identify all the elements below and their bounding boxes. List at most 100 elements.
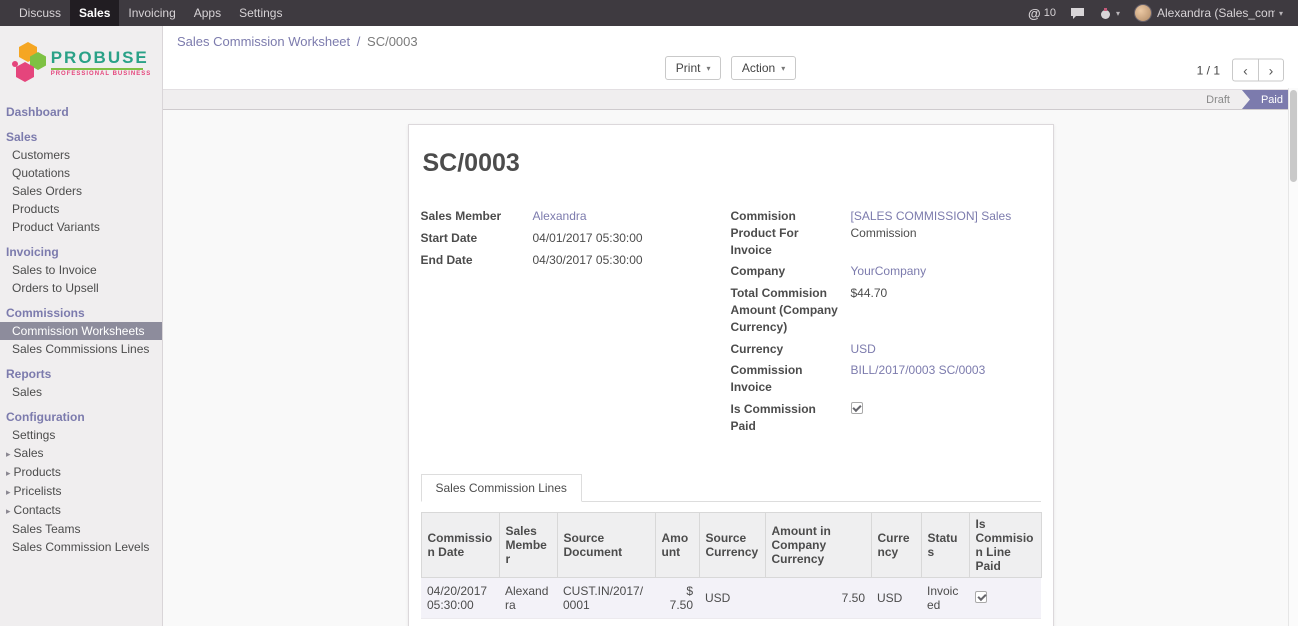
messages-button[interactable] [1063, 0, 1092, 26]
sidebar-item-pricelists[interactable]: ▸Pricelists [0, 482, 162, 501]
action-button[interactable]: Action ▾ [731, 56, 796, 80]
breadcrumb-parent[interactable]: Sales Commission Worksheet [177, 34, 350, 49]
sidebar-item-orders-to-upsell[interactable]: Orders to Upsell [0, 279, 162, 297]
column-header-currency[interactable]: Currency [871, 512, 921, 577]
column-header-source-document[interactable]: Source Document [557, 512, 655, 577]
sidebar-item-contacts[interactable]: ▸Contacts [0, 501, 162, 520]
line-paid-checkbox [975, 591, 987, 603]
print-button[interactable]: Print ▾ [665, 56, 722, 80]
sidebar-item-sales-to-invoice[interactable]: Sales to Invoice [0, 261, 162, 279]
sidebar-item-product-variants[interactable]: Product Variants [0, 218, 162, 236]
toolbar: Print ▾ Action ▾ 1 / 1 ‹ › [163, 51, 1298, 89]
column-header-commission-date[interactable]: Commission Date [421, 512, 499, 577]
commission-line-row[interactable]: 04/20/2017 05:30:00 Alexandra INV/2017/0… [421, 618, 1041, 626]
field-label: Commision Product For Invoice [731, 208, 851, 258]
field-value: 04/30/2017 05:30:00 [533, 252, 731, 269]
commission-product-text: Commission [851, 226, 917, 240]
sidebar-item-sales-orders[interactable]: Sales Orders [0, 182, 162, 200]
currency-link[interactable]: USD [851, 342, 876, 356]
statusbar: Draft Paid [163, 89, 1298, 110]
field-currency: Currency USD [731, 341, 1041, 358]
sidebar-item-commissions[interactable]: Commissions [0, 302, 162, 322]
column-header-status[interactable]: Status [921, 512, 969, 577]
column-header-line-paid[interactable]: Is Commision Line Paid [969, 512, 1041, 577]
field-label: Company [731, 263, 851, 280]
cell-currency: USD [871, 618, 921, 626]
field-value: YourCompany [851, 263, 1041, 280]
column-header-amount[interactable]: Amount [655, 512, 699, 577]
debug-icon [1099, 7, 1112, 20]
sidebar-item-configuration[interactable]: Configuration [0, 406, 162, 426]
tab-strip: Sales Commission Lines [421, 474, 1041, 502]
commission-line-row[interactable]: 04/20/2017 05:30:00 Alexandra CUST.IN/20… [421, 577, 1041, 618]
menu-settings[interactable]: Settings [230, 0, 291, 26]
cell-status: Invoiced [921, 577, 969, 618]
field-company: Company YourCompany [731, 263, 1041, 280]
sidebar-item-dashboard[interactable]: Dashboard [0, 101, 162, 121]
debug-menu-button[interactable]: ▾ [1092, 0, 1127, 26]
sidebar-section-reports: Reports Sales [0, 363, 162, 401]
user-menu[interactable]: Alexandra (Sales_comm... ▾ [1127, 0, 1290, 26]
cell-source-currency: USD [699, 577, 765, 618]
sidebar-item-products[interactable]: Products [0, 200, 162, 218]
record-title: SC/0003 [421, 149, 1041, 178]
field-label: Commission Invoice [731, 362, 851, 396]
status-draft[interactable]: Draft [1194, 90, 1242, 109]
pager-next-button[interactable]: › [1258, 59, 1284, 82]
cell-source-document: CUST.IN/2017/0001 [557, 577, 655, 618]
sidebar-item-reports-sales[interactable]: Sales [0, 383, 162, 401]
activities-button[interactable]: @ 10 [1021, 0, 1063, 26]
commission-product-link[interactable]: [SALES COMMISSION] Sales [851, 209, 1012, 223]
sidebar-item-invoicing[interactable]: Invoicing [0, 241, 162, 261]
sidebar-item-customers[interactable]: Customers [0, 146, 162, 164]
field-total-commission: Total Commision Amount (Company Currency… [731, 285, 1041, 335]
company-link[interactable]: YourCompany [851, 264, 927, 278]
chevron-down-icon: ▾ [781, 64, 785, 73]
field-end-date: End Date 04/30/2017 05:30:00 [421, 252, 731, 269]
cell-amount: $ 7.50 [655, 577, 699, 618]
column-header-company-amount[interactable]: Amount in Company Currency [765, 512, 871, 577]
menu-invoicing[interactable]: Invoicing [119, 0, 184, 26]
logo-hexagons-icon [11, 40, 47, 85]
scrollbar-thumb[interactable] [1290, 90, 1297, 182]
column-header-source-currency[interactable]: Source Currency [699, 512, 765, 577]
pager-buttons: ‹ › [1232, 59, 1284, 82]
menu-apps[interactable]: Apps [185, 0, 230, 26]
field-label: Start Date [421, 230, 533, 247]
breadcrumb-current: SC/0003 [367, 34, 418, 49]
sidebar-item-config-products[interactable]: ▸Products [0, 463, 162, 482]
logo-text: PROBUSE PROFESSIONAL BUSINESS [51, 49, 152, 77]
sidebar-item-settings[interactable]: Settings [0, 426, 162, 444]
column-header-sales-member[interactable]: Sales Member [499, 512, 557, 577]
menu-sales[interactable]: Sales [70, 0, 119, 26]
field-start-date: Start Date 04/01/2017 05:30:00 [421, 230, 731, 247]
tab-sales-commission-lines[interactable]: Sales Commission Lines [421, 474, 582, 502]
sidebar-item-label: Pricelists [14, 484, 62, 498]
menu-discuss[interactable]: Discuss [10, 0, 70, 26]
sidebar-section-invoicing: Invoicing Sales to Invoice Orders to Ups… [0, 241, 162, 297]
cell-source-document: INV/2017/0004-SO008 [557, 618, 655, 626]
app-logo[interactable]: PROBUSE PROFESSIONAL BUSINESS [0, 26, 162, 101]
chevron-left-icon: ‹ [1243, 62, 1248, 78]
sidebar-item-reports[interactable]: Reports [0, 363, 162, 383]
cell-company-amount: 7.50 [765, 577, 871, 618]
sidebar-item-commission-worksheets[interactable]: Commission Worksheets [0, 322, 162, 340]
field-label: End Date [421, 252, 533, 269]
sidebar-item-sales-teams[interactable]: Sales Teams [0, 520, 162, 538]
action-button-label: Action [742, 61, 775, 75]
sidebar-item-quotations[interactable]: Quotations [0, 164, 162, 182]
expand-caret-icon: ▸ [6, 449, 11, 459]
commission-invoice-link[interactable]: BILL/2017/0003 SC/0003 [851, 363, 986, 377]
sidebar-item-sales-commission-levels[interactable]: Sales Commission Levels [0, 538, 162, 556]
control-panel: Sales Commission Worksheet / SC/0003 Pri… [163, 26, 1298, 89]
sidebar-item-sales-commissions-lines[interactable]: Sales Commissions Lines [0, 340, 162, 358]
form-sheet: SC/0003 Sales Member Alexandra Start Dat… [408, 124, 1054, 626]
field-label: Currency [731, 341, 851, 358]
vertical-scrollbar[interactable] [1288, 88, 1298, 626]
sidebar-item-config-sales[interactable]: ▸Sales [0, 444, 162, 463]
sales-member-link[interactable]: Alexandra [533, 209, 587, 223]
expand-caret-icon: ▸ [6, 487, 11, 497]
sidebar-item-sales[interactable]: Sales [0, 126, 162, 146]
pager-previous-button[interactable]: ‹ [1232, 59, 1258, 82]
cell-sales-member: Alexandra [499, 618, 557, 626]
